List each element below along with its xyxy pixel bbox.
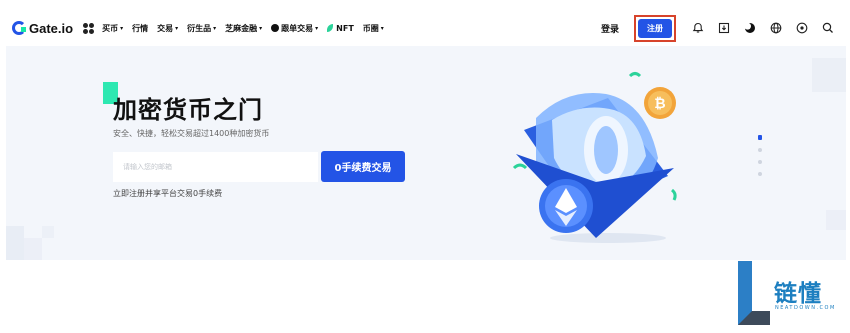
- top-navigation-bar: Gate.io 买币 ▾ 行情 交易 ▾ 衍生品 ▾ 芝麻金融 ▾ 跟单交易 ▾…: [6, 10, 846, 46]
- nav-item-buy-crypto[interactable]: 买币 ▾: [102, 23, 123, 34]
- neatdown-logo-icon: [738, 261, 770, 325]
- gate-logo[interactable]: Gate.io: [12, 21, 73, 36]
- decorative-tile: [24, 238, 42, 260]
- chevron-down-icon: ▾: [175, 24, 179, 32]
- nav-item-label: NFT: [336, 23, 354, 33]
- svg-text:₿: ₿: [654, 96, 665, 112]
- apps-grid-icon[interactable]: [83, 22, 95, 34]
- hero-subtitle: 安全、快捷，轻松交易超过1400种加密货币: [113, 129, 270, 138]
- promo-text: 立即注册并享平台交易0手续费: [113, 189, 223, 198]
- nav-item-label: 交易: [157, 23, 174, 33]
- zero-fee-trade-button[interactable]: 0手续费交易: [321, 151, 405, 182]
- carousel-dot[interactable]: [758, 148, 762, 152]
- download-icon[interactable]: [718, 22, 730, 34]
- gate-logo-icon: [12, 21, 26, 35]
- chevron-down-icon: ▾: [315, 24, 319, 32]
- register-highlight-box: 注册: [634, 14, 676, 42]
- nav-item-label: 跟单交易: [281, 23, 314, 33]
- nav-item-label: 芝麻金融: [225, 23, 258, 33]
- header-actions: 登录 注册: [601, 10, 846, 46]
- nav-item-finance[interactable]: 芝麻金融 ▾: [225, 23, 262, 34]
- carousel-dot[interactable]: [758, 172, 762, 176]
- main-nav: 买币 ▾ 行情 交易 ▾ 衍生品 ▾ 芝麻金融 ▾ 跟单交易 ▾ NFT 币圈 …: [102, 23, 393, 34]
- page-frame: Gate.io 买币 ▾ 行情 交易 ▾ 衍生品 ▾ 芝麻金融 ▾ 跟单交易 ▾…: [6, 10, 846, 260]
- decorative-tile: [826, 210, 846, 230]
- nav-item-nft[interactable]: NFT: [327, 24, 354, 33]
- globe-icon[interactable]: [770, 22, 782, 34]
- register-button[interactable]: 注册: [638, 18, 672, 38]
- nav-item-label: 买币: [102, 23, 119, 33]
- chevron-down-icon: ▾: [259, 24, 263, 32]
- nav-item-markets[interactable]: 行情: [132, 23, 148, 34]
- decorative-tile: [42, 226, 54, 238]
- search-icon[interactable]: [822, 22, 834, 34]
- nav-item-crypto-circle[interactable]: 币圈 ▾: [363, 23, 384, 34]
- crypto-wallet-illustration: ₿: [512, 72, 677, 243]
- nft-leaf-icon: [327, 24, 334, 32]
- nav-item-copy-trading[interactable]: 跟单交易 ▾: [271, 23, 318, 34]
- login-link[interactable]: 登录: [601, 22, 619, 35]
- watermark-domain: NEATDOWN.COM: [775, 305, 836, 311]
- nav-item-derivatives[interactable]: 衍生品 ▾: [187, 23, 216, 34]
- settings-icon[interactable]: [796, 22, 808, 34]
- carousel-dot[interactable]: [758, 160, 762, 164]
- nav-item-label: 币圈: [362, 23, 379, 33]
- chevron-down-icon: ▾: [380, 24, 384, 32]
- nav-item-label: 行情: [132, 23, 149, 33]
- decorative-tile: [812, 58, 846, 92]
- copy-trading-icon: [271, 24, 280, 32]
- decorative-tile: [6, 226, 24, 260]
- bell-icon[interactable]: [692, 22, 704, 34]
- hero-title: 加密货币之门: [113, 96, 263, 124]
- nav-item-label: 衍生品: [187, 23, 212, 33]
- nav-item-trade[interactable]: 交易 ▾: [157, 23, 178, 34]
- watermark-brand: 链懂: [774, 281, 822, 307]
- email-input[interactable]: [113, 152, 318, 182]
- theme-moon-icon[interactable]: [744, 22, 756, 34]
- carousel-indicators: [758, 135, 762, 184]
- carousel-dot-active[interactable]: [758, 135, 762, 140]
- chevron-down-icon: ▾: [120, 24, 124, 32]
- logo-text: Gate.io: [29, 20, 74, 36]
- neatdown-watermark: 链懂 NEATDOWN.COM: [734, 259, 850, 329]
- chevron-down-icon: ▾: [213, 24, 217, 32]
